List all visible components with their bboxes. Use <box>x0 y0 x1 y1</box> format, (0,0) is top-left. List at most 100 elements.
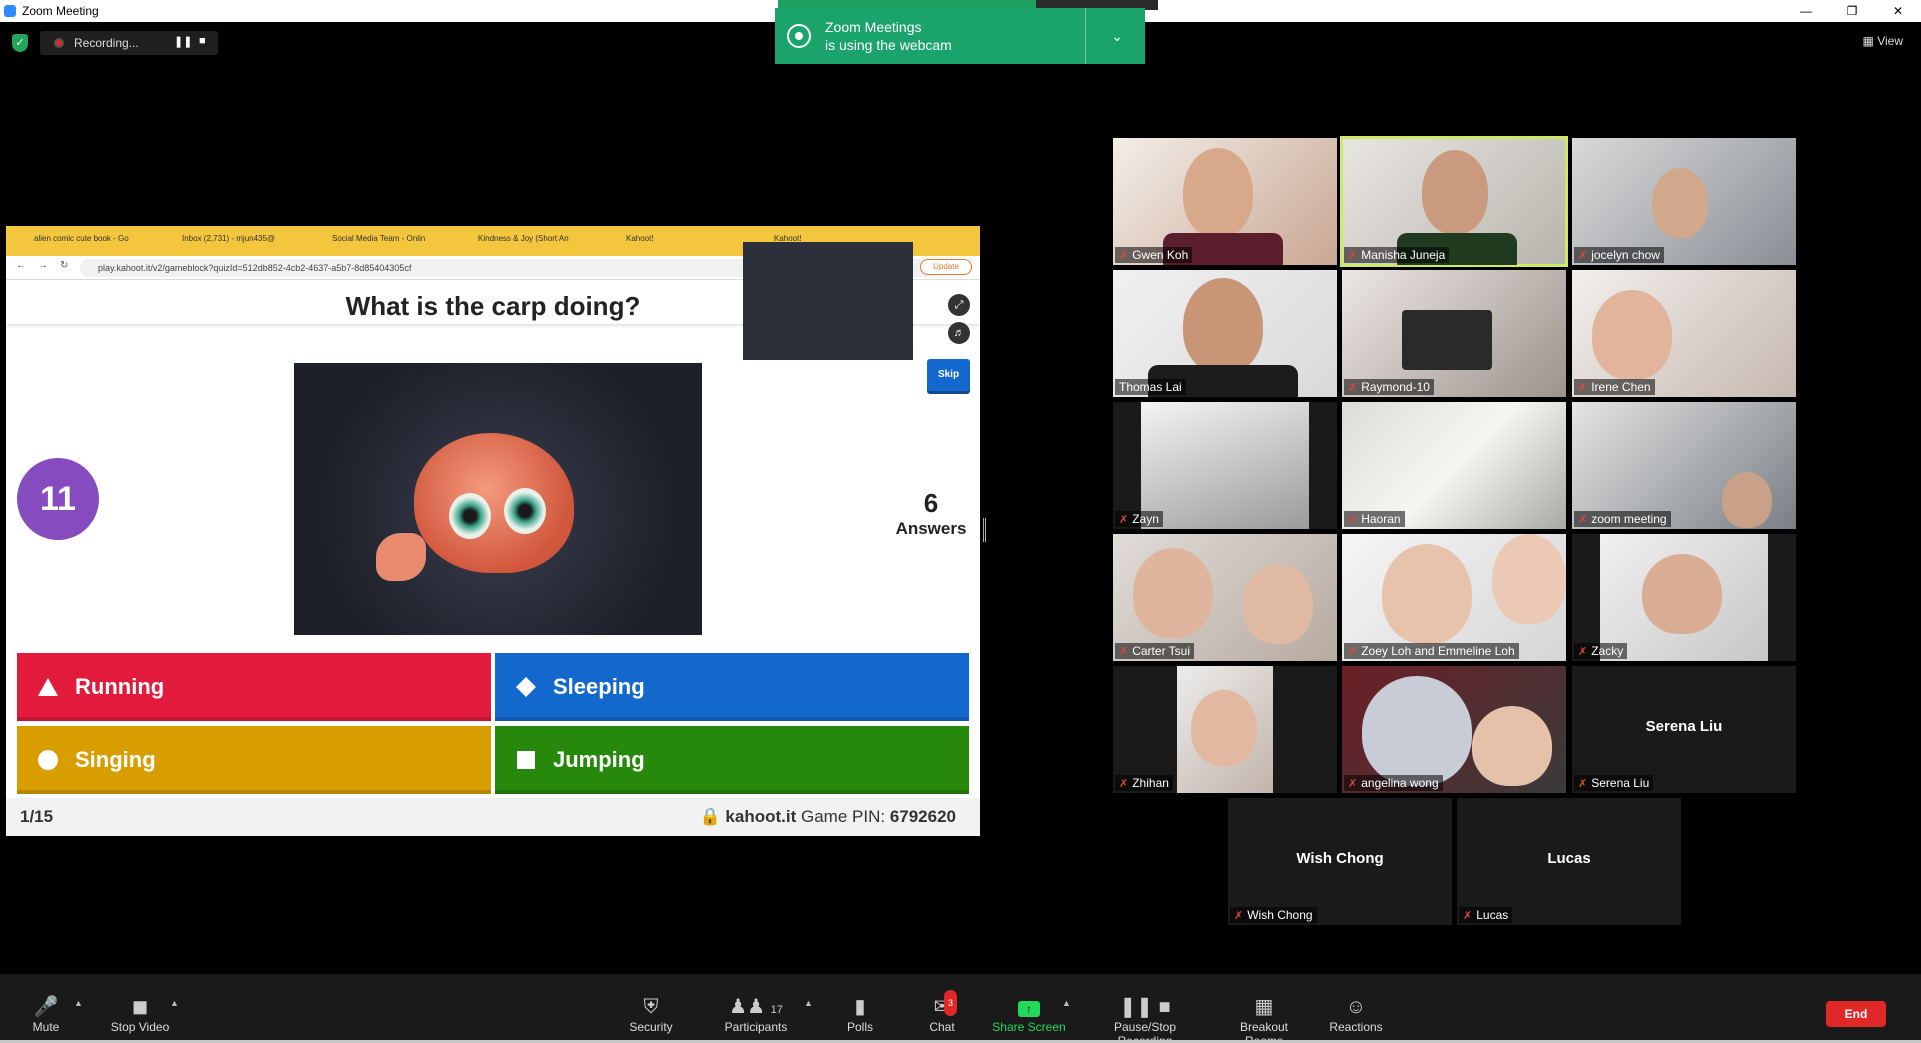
muted-mic-icon: ✗ <box>1578 645 1588 658</box>
participant-tile[interactable]: ✗ Zhihan <box>1113 666 1337 793</box>
participant-tile[interactable]: ✗ Raymond-10 <box>1342 270 1566 397</box>
stop-video-label: Stop Video <box>110 1020 170 1034</box>
participant-name-text: Manisha Juneja <box>1361 248 1446 262</box>
notification-line2: is using the webcam <box>825 37 952 53</box>
end-meeting-button[interactable]: End <box>1826 1001 1886 1027</box>
video-camera-icon: ◼ <box>131 996 149 1018</box>
polls-button[interactable]: ▮ Polls <box>842 994 878 1034</box>
participant-tile[interactable]: ✗ jocelyn chow <box>1572 138 1796 265</box>
answers-counter: 6 Answers <box>886 488 976 539</box>
participant-name: ✗ Lucas <box>1459 907 1513 923</box>
chevron-down-icon[interactable]: ⌄ <box>1111 28 1123 45</box>
participant-tile[interactable]: ✗ Zayn <box>1113 402 1337 529</box>
pause-stop-icon: ❚❚ ■ <box>1119 996 1171 1018</box>
participant-tile[interactable]: ✗ Haoran <box>1342 402 1566 529</box>
reactions-label: Reactions <box>1329 1020 1383 1034</box>
muted-mic-icon: ✗ <box>1348 249 1358 262</box>
participant-name-text: Thomas Lai <box>1119 380 1182 394</box>
participants-button[interactable]: ♟♟ 17 Participants <box>722 994 790 1034</box>
view-button[interactable]: ▦ View <box>1863 34 1903 48</box>
participant-tile[interactable]: ✗ Zacky <box>1572 534 1796 661</box>
participant-video <box>1362 676 1472 786</box>
participant-tile[interactable]: Thomas Lai <box>1113 270 1337 397</box>
breakout-rooms-button[interactable]: ▦ Breakout Rooms <box>1220 994 1308 1043</box>
participant-tile[interactable]: ✗ Gwen Koh <box>1113 138 1337 265</box>
participant-tile-active-speaker[interactable]: ✗ Manisha Juneja <box>1340 136 1568 267</box>
polls-icon: ▮ <box>854 996 866 1018</box>
site-name: kahoot.it <box>725 807 797 826</box>
webcam-icon <box>787 24 811 48</box>
security-button[interactable]: ⛨ Security <box>626 994 676 1034</box>
minimize-icon[interactable]: — <box>1783 0 1829 22</box>
chat-button[interactable]: ✉ 3 Chat <box>926 990 958 1034</box>
back-icon[interactable]: ← <box>16 260 26 271</box>
kahoot-footer: 1/15 🔒 kahoot.it Game PIN: 6792620 <box>6 798 980 836</box>
muted-mic-icon: ✗ <box>1119 777 1129 790</box>
answer-option-green[interactable]: Jumping <box>495 726 969 794</box>
answer-option-yellow[interactable]: Singing <box>17 726 491 794</box>
game-pin: 🔒 kahoot.it Game PIN: 6792620 <box>700 807 957 827</box>
pause-stop-recording-button[interactable]: ❚❚ ■ Pause/Stop Recording <box>1086 994 1204 1043</box>
update-button[interactable]: Update <box>920 259 972 275</box>
video-options-chevron-icon[interactable]: ▲ <box>170 998 179 1008</box>
mute-label: Mute <box>32 1020 60 1034</box>
reload-icon[interactable]: ↻ <box>60 260 68 271</box>
stop-recording-icon[interactable]: ■ <box>199 35 206 47</box>
participant-face <box>1642 554 1722 634</box>
muted-mic-icon: ✗ <box>1578 777 1588 790</box>
triangle-icon <box>37 676 59 698</box>
participant-tile-no-video[interactable]: Serena Liu ✗ Serena Liu <box>1572 666 1796 793</box>
participant-tile[interactable]: ✗ Irene Chen <box>1572 270 1796 397</box>
participant-video <box>1141 402 1309 529</box>
meeting-toolbar: 🎤 Mute ▲ ◼ Stop Video ▲ ⛨ Security ♟♟ 17… <box>0 974 1921 1043</box>
muted-mic-icon: ✗ <box>1463 909 1473 922</box>
mute-button[interactable]: 🎤 Mute <box>28 994 64 1034</box>
split-view-handle[interactable] <box>983 518 986 542</box>
browser-tab[interactable]: Social Media Team - Onlin <box>332 234 425 243</box>
question-progress: 1/15 <box>20 807 54 826</box>
answer-option-red[interactable]: Running <box>17 653 491 721</box>
muted-mic-icon: ✗ <box>1119 645 1129 658</box>
browser-tab[interactable]: Kindness & Joy (Short An <box>478 234 569 243</box>
answer-label: Running <box>75 674 165 699</box>
stop-video-button[interactable]: ◼ Stop Video <box>106 994 174 1034</box>
zoom-app-icon <box>4 5 16 17</box>
participant-tile[interactable]: ✗ Zoey Loh and Emmeline Loh <box>1342 534 1566 661</box>
share-screen-button[interactable]: ↑ Share Screen <box>992 994 1066 1034</box>
browser-tab[interactable]: Inbox (2,731) - mjun435@ <box>182 234 275 243</box>
chat-badge: 3 <box>944 990 958 1016</box>
answers-label: Answers <box>895 519 967 538</box>
fullscreen-icon[interactable]: ⤢ <box>948 294 970 316</box>
security-shield-icon[interactable]: ✓ <box>12 34 28 52</box>
pin-value: 6792620 <box>889 807 956 826</box>
audio-options-chevron-icon[interactable]: ▲ <box>74 998 83 1008</box>
breakout-rooms-icon: ▦ <box>1254 996 1274 1018</box>
browser-tab[interactable]: alien comic cute book - Go <box>34 234 129 243</box>
participant-tile-no-video[interactable]: Wish Chong ✗ Wish Chong <box>1228 798 1452 925</box>
sound-icon[interactable]: ♬ <box>948 322 970 344</box>
diamond-icon <box>515 676 537 698</box>
participant-name: ✗ Zoey Loh and Emmeline Loh <box>1344 643 1519 659</box>
share-options-chevron-icon[interactable]: ▲ <box>1062 998 1071 1008</box>
participant-name-text: Zayn <box>1132 512 1159 526</box>
participant-name-text: Wish Chong <box>1247 908 1313 922</box>
skip-button[interactable]: Skip <box>927 359 970 391</box>
restore-icon[interactable]: ❐ <box>1829 0 1875 22</box>
close-icon[interactable]: ✕ <box>1875 0 1921 22</box>
webcam-notification[interactable]: Zoom Meetings is using the webcam ⌄ <box>775 8 1145 64</box>
participant-tile[interactable]: ✗ Carter Tsui <box>1113 534 1337 661</box>
participant-tile-no-video[interactable]: Lucas ✗ Lucas <box>1457 798 1681 925</box>
pause-recording-icon[interactable]: ❚❚ <box>174 35 192 48</box>
participant-name-text: angelina wong <box>1361 776 1439 790</box>
forward-icon[interactable]: → <box>38 260 48 271</box>
participant-tile[interactable]: ✗ angelina wong <box>1342 666 1566 793</box>
browser-tab[interactable]: Kahoot! <box>626 234 654 243</box>
participant-tile[interactable]: ✗ zoom meeting <box>1572 402 1796 529</box>
answer-option-blue[interactable]: Sleeping <box>495 653 969 721</box>
participant-name: ✗ angelina wong <box>1344 775 1443 791</box>
fish-eye <box>449 493 491 539</box>
muted-mic-icon: ✗ <box>1119 513 1129 526</box>
view-label: View <box>1877 34 1903 48</box>
reactions-button[interactable]: ☺ Reactions <box>1328 994 1384 1034</box>
participants-options-chevron-icon[interactable]: ▲ <box>804 998 813 1008</box>
